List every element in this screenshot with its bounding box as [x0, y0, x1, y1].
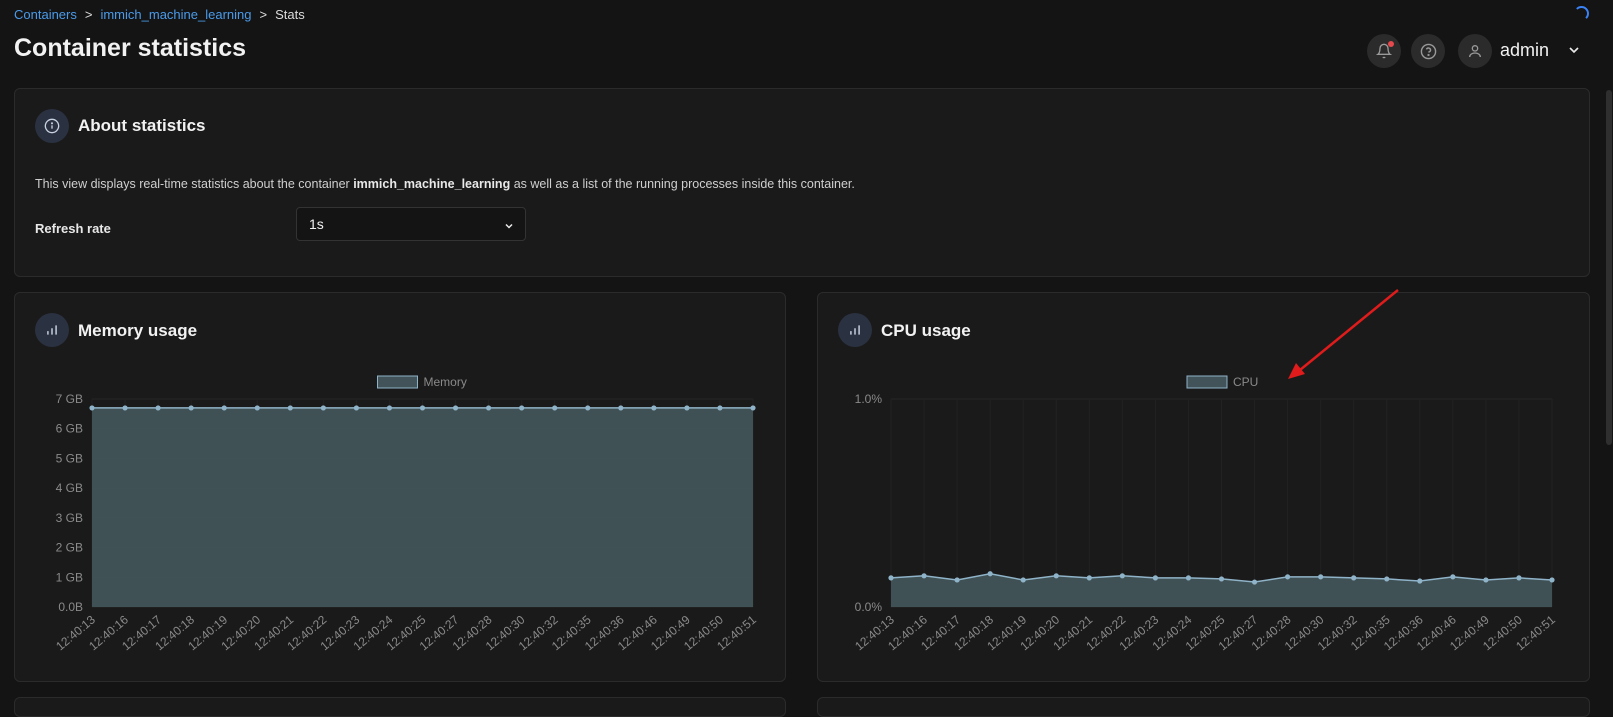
data-point — [1549, 577, 1555, 583]
memory-usage-title: Memory usage — [78, 321, 198, 340]
data-point — [618, 405, 624, 411]
memory-chart: Memory0.0B1 GB2 GB3 GB4 GB5 GB6 GB7 GB12… — [53, 375, 759, 653]
legend-label: CPU — [1233, 375, 1258, 389]
notifications-button[interactable] — [1367, 34, 1401, 68]
page-title: Container statistics — [14, 34, 247, 62]
data-point — [1119, 573, 1125, 579]
series-area — [92, 407, 753, 607]
y-tick-label: 1.0% — [855, 392, 883, 406]
data-point — [155, 405, 161, 411]
legend-swatch — [1186, 375, 1228, 389]
data-point — [987, 571, 993, 577]
data-point — [1417, 578, 1423, 584]
cpu-usage-title: CPU usage — [881, 321, 971, 340]
data-point — [1384, 576, 1390, 582]
data-point — [750, 405, 756, 411]
info-icon — [35, 109, 69, 143]
data-point — [188, 405, 194, 411]
data-point — [287, 405, 293, 411]
data-point — [552, 405, 558, 411]
y-tick-label: 0.0B — [58, 600, 83, 614]
data-point — [419, 405, 426, 411]
cpu-usage-card: CPU usage CPU 0.0% 1.0% 12:40:13 12:40:16 12:… — [817, 292, 1590, 682]
data-point — [1318, 574, 1324, 580]
cpu-chart: CPU0.0%1.0%12:40:1312:40:1612:40:1712:40… — [852, 375, 1558, 653]
network-card — [817, 697, 1590, 717]
data-point — [353, 405, 359, 411]
data-point — [1450, 574, 1456, 580]
about-description: This view displays real-time statistics … — [35, 177, 855, 191]
y-tick-label: 2 GB — [56, 541, 83, 555]
data-point — [1351, 575, 1357, 581]
data-point — [1086, 575, 1092, 581]
user-avatar-button[interactable] — [1458, 34, 1492, 68]
y-tick-label: 6 GB — [56, 422, 83, 436]
data-point — [1251, 579, 1258, 585]
memory-usage-card: Memory usage Memory 0.0B 1 GB 2 GB 3 GB 4 GB 5… — [14, 292, 786, 682]
notification-dot — [1388, 41, 1394, 47]
data-point — [254, 405, 260, 411]
data-point — [1285, 574, 1291, 580]
data-point — [122, 405, 128, 411]
breadcrumb-container-link[interactable]: immich_machine_learning — [100, 7, 251, 22]
legend-label: Memory — [424, 375, 467, 389]
data-point — [1020, 577, 1026, 583]
loading-spinner-icon — [1574, 6, 1589, 21]
description-text: This view displays real-time statistics … — [35, 177, 354, 191]
data-point — [1152, 575, 1158, 581]
refresh-rate-value: 1s — [309, 216, 324, 232]
description-text: as well as a list of the running process… — [510, 177, 855, 191]
refresh-rate-label: Refresh rate — [35, 221, 111, 236]
breadcrumb-separator: > — [259, 7, 268, 22]
data-point — [320, 405, 326, 411]
description-container-name: immich_machine_learning — [353, 177, 511, 191]
processes-card — [14, 697, 786, 717]
data-point — [717, 405, 723, 411]
breadcrumb: Containers > immich_machine_learning > S… — [14, 7, 305, 22]
data-point — [386, 405, 393, 411]
breadcrumb-separator: > — [84, 7, 93, 22]
refresh-rate-select[interactable]: 1s — [296, 207, 526, 241]
data-point — [452, 405, 459, 411]
data-point — [651, 405, 657, 411]
data-point — [684, 405, 690, 411]
chevron-down-icon[interactable] — [1566, 42, 1582, 58]
data-point — [519, 405, 525, 411]
y-tick-label: 5 GB — [56, 451, 83, 465]
breadcrumb-containers-link[interactable]: Containers — [14, 7, 77, 22]
user-name[interactable]: admin — [1500, 40, 1549, 61]
legend-swatch — [377, 375, 418, 389]
y-tick-label: 1 GB — [56, 570, 83, 584]
y-tick-label: 4 GB — [56, 481, 83, 495]
data-point — [888, 575, 894, 581]
about-statistics-title: About statistics — [78, 116, 206, 135]
data-point — [89, 405, 95, 411]
scrollbar-thumb[interactable] — [1606, 90, 1612, 445]
y-tick-label: 3 GB — [56, 511, 83, 525]
about-statistics-card: About statistics This view displays real… — [14, 88, 1590, 277]
data-point — [1185, 575, 1192, 581]
data-point — [585, 405, 591, 411]
data-point — [1218, 576, 1225, 582]
data-point — [486, 405, 492, 411]
data-point — [1516, 575, 1522, 581]
data-point — [1483, 577, 1489, 583]
chevron-down-icon — [505, 223, 513, 229]
breadcrumb-current: Stats — [275, 7, 305, 22]
data-point — [221, 405, 227, 411]
data-point — [1053, 573, 1059, 579]
data-point — [921, 573, 927, 579]
help-icon — [1420, 43, 1436, 59]
y-tick-label: 7 GB — [56, 392, 83, 406]
help-button[interactable] — [1411, 34, 1445, 68]
data-point — [954, 577, 960, 583]
y-tick-label: 0.0% — [855, 600, 883, 614]
user-icon — [1469, 45, 1481, 58]
